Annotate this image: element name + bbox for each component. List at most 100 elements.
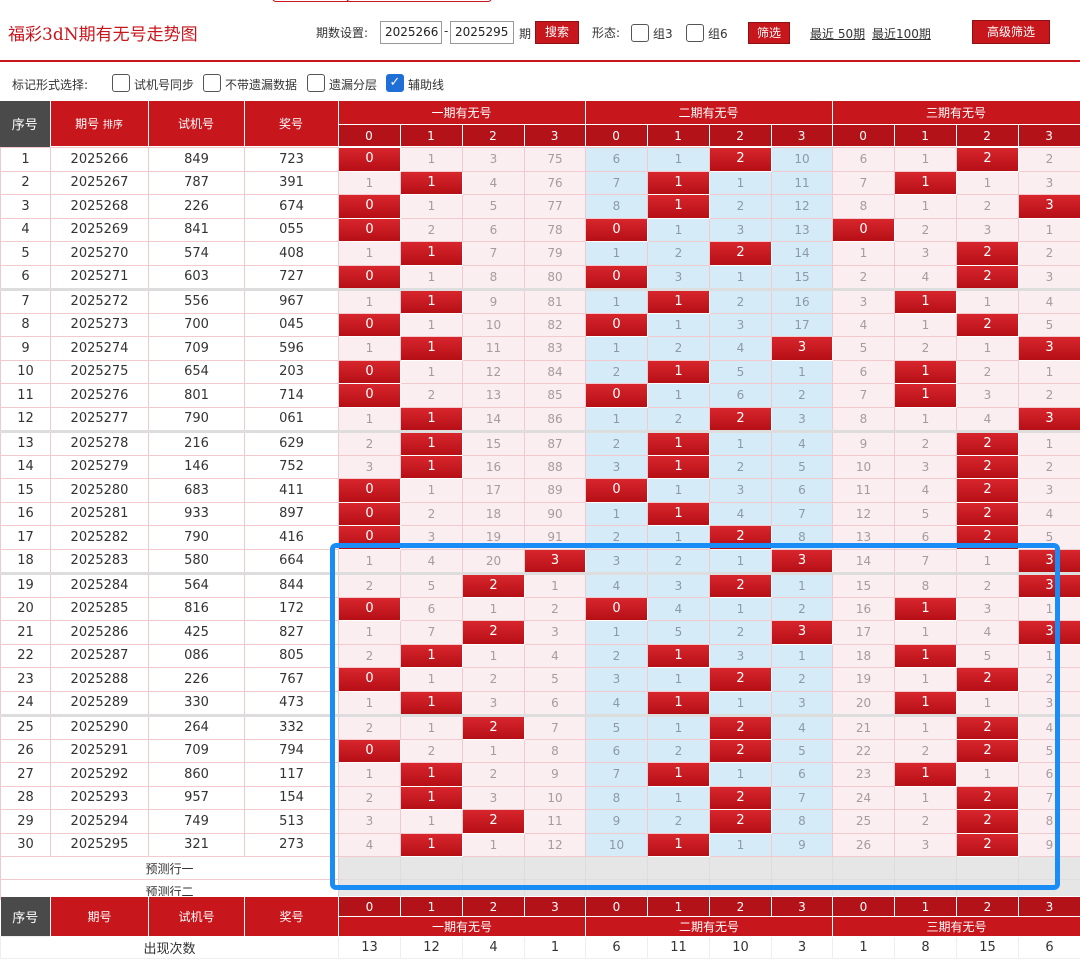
period-cell: 2025266 (50, 147, 149, 172)
miss-count-cell: 2 (585, 359, 648, 384)
hit-cell: 2 (956, 241, 1019, 266)
footer-draw: 奖号 (244, 896, 339, 937)
seq-cell: 1 (0, 147, 51, 172)
hit-marker: 1 (648, 455, 709, 478)
mark-options: 标记形式选择: 试机号同步 不带遗漏数据 遗漏分层 ✓ 辅助线 (0, 66, 1080, 100)
miss-count-cell: 1 (709, 264, 772, 290)
hit-cell: 1 (647, 170, 710, 195)
table-row: 5 2025270 574 408 1 1 7 79 1 2 2 14 1 3 2 2 (0, 241, 1080, 266)
option-layer-checkbox[interactable] (307, 74, 325, 92)
period-from-input[interactable]: 2025266 (380, 21, 442, 44)
miss-count-cell: 1 (956, 170, 1019, 195)
miss-count-cell: 1 (400, 312, 463, 337)
miss-count-cell: 2 (709, 454, 772, 479)
trial-cell: 709 (148, 738, 245, 763)
draw-cell: 117 (244, 762, 339, 787)
draw-cell: 391 (244, 170, 339, 195)
seq-cell: 5 (0, 241, 51, 266)
table-row: 9 2025274 709 596 1 1 11 83 1 2 4 3 5 2 1 3 (0, 336, 1080, 361)
hit-marker: 1 (648, 171, 709, 194)
hit-cell: 1 (647, 501, 710, 526)
miss-count-cell: 2 (956, 194, 1019, 219)
miss-count-cell: 2 (400, 217, 463, 242)
seq-cell: 14 (0, 454, 51, 479)
miss-count-cell: 3 (894, 241, 957, 266)
hit-marker: 0 (586, 266, 647, 288)
miss-count-cell: 2 (771, 383, 833, 408)
miss-count-cell: 77 (524, 194, 586, 219)
zu3-checkbox[interactable] (631, 24, 649, 42)
miss-count-cell: 2 (647, 241, 710, 266)
miss-count-cell: 1 (894, 406, 957, 432)
miss-count-cell: 4 (1018, 501, 1080, 526)
filter-button[interactable]: 筛选 (748, 22, 790, 44)
seq-cell: 25 (0, 713, 51, 740)
seq-cell: 6 (0, 264, 51, 290)
advanced-filter-button[interactable]: 高级筛选 (972, 20, 1050, 44)
seq-cell: 23 (0, 667, 51, 692)
hit-cell: 1 (400, 454, 463, 479)
miss-count-cell: 10 (462, 312, 525, 337)
sort-link[interactable]: 排序 (103, 120, 123, 131)
hit-marker: 2 (957, 242, 1018, 265)
footer-sub-cell: 3 (771, 896, 833, 917)
table-row: 2 2025267 787 391 1 1 4 76 7 1 1 11 7 1 1 3 (0, 170, 1080, 195)
hit-cell: 0 (585, 478, 648, 503)
sub-header-cell: 2 (461, 124, 525, 147)
table-row: 13 2025278 216 629 2 1 15 87 2 1 1 4 9 2 2 1 (0, 429, 1080, 456)
draw-cell: 767 (244, 667, 339, 692)
hit-cell: 0 (338, 312, 401, 337)
miss-count-cell: 4 (956, 406, 1019, 432)
miss-count-cell: 84 (524, 359, 586, 384)
hit-cell: 0 (338, 359, 401, 384)
miss-count-cell: 1 (338, 406, 401, 432)
miss-count-cell: 5 (1018, 312, 1080, 337)
draw-cell: 844 (244, 571, 339, 598)
hit-marker: 2 (957, 266, 1018, 288)
hit-cell: 2 (709, 406, 772, 432)
table-row: 11 2025276 801 714 0 2 13 85 0 1 6 2 7 1 3 2 (0, 383, 1080, 408)
hit-marker: 3 (1019, 408, 1080, 430)
footer-sub-cell: 1 (400, 896, 463, 917)
miss-count-cell: 87 (524, 429, 586, 456)
footer-group-3: 三期有无号 (832, 916, 1080, 937)
miss-count-cell: 3 (956, 383, 1019, 408)
footer-group-2: 二期有无号 (585, 916, 833, 937)
miss-count-cell: 13 (462, 383, 525, 408)
recent-100-link[interactable]: 最近100期 (872, 25, 931, 42)
miss-count-cell: 1 (956, 336, 1019, 361)
hit-cell: 2 (956, 312, 1019, 337)
draw-cell: 752 (244, 454, 339, 479)
period-label: 期数设置: (316, 26, 369, 40)
period-cell: 2025282 (50, 525, 149, 550)
header-period[interactable]: 期号 排序 (49, 100, 149, 147)
miss-count-cell: 2 (894, 429, 957, 456)
miss-count-cell: 15 (462, 429, 525, 456)
miss-count-cell: 1 (338, 241, 401, 266)
option-trial-sync-checkbox[interactable] (112, 74, 130, 92)
hidden-tab[interactable] (346, 0, 492, 2)
trial-cell: 957 (148, 785, 245, 810)
trial-cell: 683 (148, 478, 245, 503)
period-cell: 2025271 (50, 264, 149, 290)
hit-marker: 0 (339, 502, 400, 525)
hit-cell: 0 (338, 264, 401, 290)
trial-cell: 330 (148, 690, 245, 716)
miss-count-cell: 7 (585, 170, 648, 195)
zu6-checkbox[interactable] (686, 24, 704, 42)
table-row: 12 2025277 790 061 1 1 14 86 1 2 2 3 8 1 4 3 (0, 406, 1080, 432)
draw-cell: 664 (244, 548, 339, 574)
option-no-missing-checkbox[interactable] (203, 74, 221, 92)
period-cell: 2025280 (50, 478, 149, 503)
miss-count-cell: 1 (400, 147, 463, 172)
seq-cell: 7 (0, 287, 51, 314)
period-cell: 2025274 (50, 336, 149, 361)
recent-50-link[interactable]: 最近 50期 (810, 25, 865, 42)
miss-count-cell: 1 (894, 194, 957, 219)
trial-cell: 226 (148, 194, 245, 219)
option-guideline-checkbox[interactable]: ✓ (386, 74, 404, 92)
sub-header-cell: 3 (1017, 124, 1080, 147)
search-button[interactable]: 搜索 (535, 21, 579, 44)
period-to-input[interactable]: 2025295 (450, 21, 514, 44)
hidden-tab[interactable] (272, 0, 358, 2)
